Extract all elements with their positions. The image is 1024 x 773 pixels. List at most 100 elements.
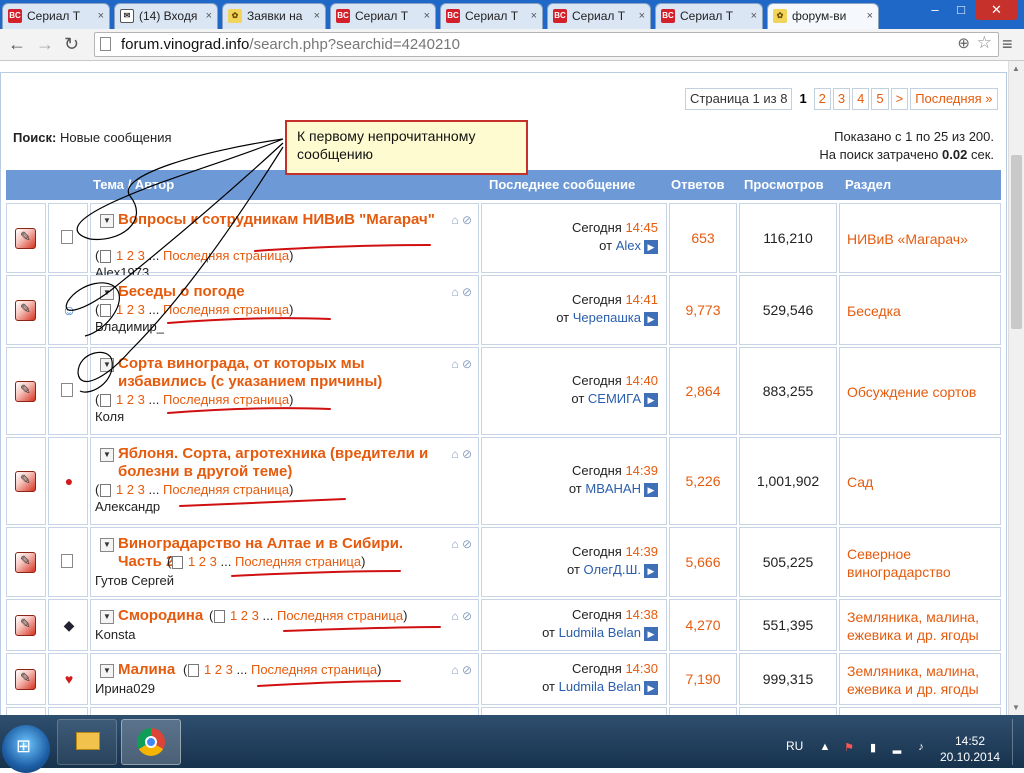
forum-link[interactable]: Беседка (847, 302, 996, 320)
tab-close-icon[interactable]: × (639, 4, 645, 28)
pagination-page-2[interactable]: 2 (813, 88, 831, 110)
page-link-1[interactable]: 1 (200, 662, 211, 677)
tab-close-icon[interactable]: × (314, 4, 320, 28)
zoom-icon[interactable]: ⊕ (957, 34, 970, 52)
tab-6[interactable]: BC Сериал Т × (547, 3, 651, 29)
last-post-user[interactable]: MBAHAH (585, 481, 641, 496)
tray-volume-icon[interactable]: ♪ (914, 741, 928, 755)
goto-last-post-arrow-icon[interactable]: ▶ (644, 311, 658, 326)
thread-author[interactable]: Александр (95, 499, 160, 515)
tab-close-icon[interactable]: × (424, 4, 430, 28)
menu-icon[interactable]: ≡ (1002, 34, 1020, 55)
thread-title[interactable]: Яблоня. Сорта, агротехника (вредители и … (118, 445, 436, 481)
forum-link[interactable]: Обсуждение сортов (847, 383, 996, 401)
goto-last-post-arrow-icon[interactable]: ▶ (644, 626, 658, 641)
goto-last-post-arrow-icon[interactable]: ▶ (644, 239, 658, 254)
reply-count[interactable]: 7,190 (670, 671, 736, 687)
thread-author[interactable]: Владимир_ (95, 319, 164, 335)
forum-link[interactable]: Северное виноградарство (847, 545, 996, 581)
taskbar-chrome-button[interactable] (121, 719, 181, 765)
forward-button[interactable]: → (36, 34, 54, 54)
forum-link[interactable]: НИВиВ «Магарач» (847, 230, 996, 248)
scroll-thumb[interactable] (1011, 155, 1022, 329)
thread-menu-chevron-down-icon[interactable]: ▼ (100, 214, 114, 228)
page-link-1[interactable]: 1 (112, 302, 123, 317)
page-link-3[interactable]: 3 (134, 248, 145, 263)
page-link-2[interactable]: 2 (123, 248, 134, 263)
tab-8[interactable]: ✿ форум-ви × (767, 3, 879, 29)
bookmark-star-icon[interactable]: ☆ (977, 33, 992, 53)
reply-count[interactable]: 653 (670, 230, 736, 246)
thread-status-icon[interactable] (15, 669, 36, 690)
address-bar[interactable]: forum.vinograd.info/search.php?searchid=… (94, 32, 999, 57)
col-replies[interactable]: Ответов (671, 170, 725, 200)
clock[interactable]: 14:52 20.10.2014 (940, 733, 1000, 765)
tab-4[interactable]: BC Сериал Т × (330, 3, 436, 29)
page-link-3[interactable]: 3 (134, 392, 145, 407)
thread-status-icon[interactable] (15, 300, 36, 321)
tray-network-icon[interactable]: ▂ (890, 741, 904, 755)
col-topic[interactable]: Тема / Автор (93, 170, 174, 200)
close-window-button[interactable]: ✕ (975, 0, 1018, 20)
last-post-user[interactable]: Ludmila Belan (559, 625, 641, 640)
thread-menu-chevron-down-icon[interactable]: ▼ (100, 610, 114, 624)
last-post-user[interactable]: Alex (616, 238, 641, 253)
last-page-link[interactable]: Последняя страница (235, 554, 361, 569)
page-link-3[interactable]: 3 (206, 554, 217, 569)
tab-close-icon[interactable]: × (867, 4, 873, 28)
thread-status-icon[interactable] (15, 471, 36, 492)
page-link-2[interactable]: 2 (195, 554, 206, 569)
thread-author[interactable]: Гутов Сергей (95, 573, 174, 589)
scroll-down-icon[interactable]: ▼ (1012, 703, 1020, 712)
back-button[interactable]: ← (8, 34, 26, 54)
last-post-user[interactable]: ОлегД.Ш. (584, 562, 641, 577)
goto-last-post-arrow-icon[interactable]: ▶ (644, 392, 658, 407)
pagination-next[interactable]: > (890, 88, 909, 110)
thread-author[interactable]: Коля (95, 409, 124, 425)
pagination-page-3[interactable]: 3 (832, 88, 851, 110)
forum-link[interactable]: Земляника, малина, ежевика и др. ягоды (847, 662, 996, 698)
tray-arrow-icon[interactable]: ▲ (818, 741, 832, 755)
show-desktop-button[interactable] (1012, 719, 1023, 765)
last-post-user[interactable]: Черепашка (573, 310, 641, 325)
tray-flag-icon[interactable]: ⚑ (842, 741, 856, 755)
tray-power-icon[interactable]: ▮ (866, 741, 880, 755)
thread-author[interactable]: Ирина029 (95, 681, 155, 697)
page-link-1[interactable]: 1 (112, 482, 123, 497)
thread-status-icon[interactable] (15, 381, 36, 402)
page-link-1[interactable]: 1 (112, 392, 123, 407)
last-page-link[interactable]: Последняя страница (163, 302, 289, 317)
start-button[interactable]: ⊞ (2, 725, 50, 773)
page-link-3[interactable]: 3 (248, 608, 259, 623)
tab-close-icon[interactable]: × (751, 4, 757, 28)
page-link-2[interactable]: 2 (123, 482, 134, 497)
vertical-scrollbar[interactable]: ▲ ▼ (1008, 61, 1024, 715)
thread-title[interactable]: Сорта винограда, от которых мы избавилис… (118, 355, 436, 391)
tab-close-icon[interactable]: × (206, 4, 212, 28)
pagination-last[interactable]: Последняя » (910, 88, 998, 110)
forum-link[interactable]: Земляника, малина, ежевика и др. ягоды (847, 608, 996, 644)
last-page-link[interactable]: Последняя страница (163, 392, 289, 407)
thread-title[interactable]: Вопросы к сотрудникам НИВиВ "Магарач" (118, 211, 436, 229)
tab-3[interactable]: ✿ Заявки на × (222, 3, 326, 29)
thread-title[interactable]: Беседы о погоде (118, 283, 436, 301)
thread-status-icon[interactable] (15, 228, 36, 249)
reply-count[interactable]: 2,864 (670, 383, 736, 399)
tab-7[interactable]: BC Сериал Т × (655, 3, 763, 29)
thread-status-icon[interactable] (15, 615, 36, 636)
thread-author[interactable]: Konsta (95, 627, 135, 643)
reply-count[interactable]: 4,270 (670, 617, 736, 633)
reply-count[interactable]: 9,773 (670, 302, 736, 318)
page-link-2[interactable]: 2 (211, 662, 222, 677)
reply-count[interactable]: 5,666 (670, 554, 736, 570)
thread-menu-chevron-down-icon[interactable]: ▼ (100, 538, 114, 552)
tab-close-icon[interactable]: × (98, 4, 104, 28)
minimize-button[interactable]: – (922, 0, 948, 20)
thread-menu-chevron-down-icon[interactable]: ▼ (100, 664, 114, 678)
pagination-page-5[interactable]: 5 (871, 88, 889, 110)
page-link-3[interactable]: 3 (222, 662, 233, 677)
col-forum[interactable]: Раздел (845, 170, 891, 200)
scroll-up-icon[interactable]: ▲ (1012, 64, 1020, 73)
pagination-page-4[interactable]: 4 (852, 88, 870, 110)
forum-link[interactable]: Сад (847, 473, 996, 491)
